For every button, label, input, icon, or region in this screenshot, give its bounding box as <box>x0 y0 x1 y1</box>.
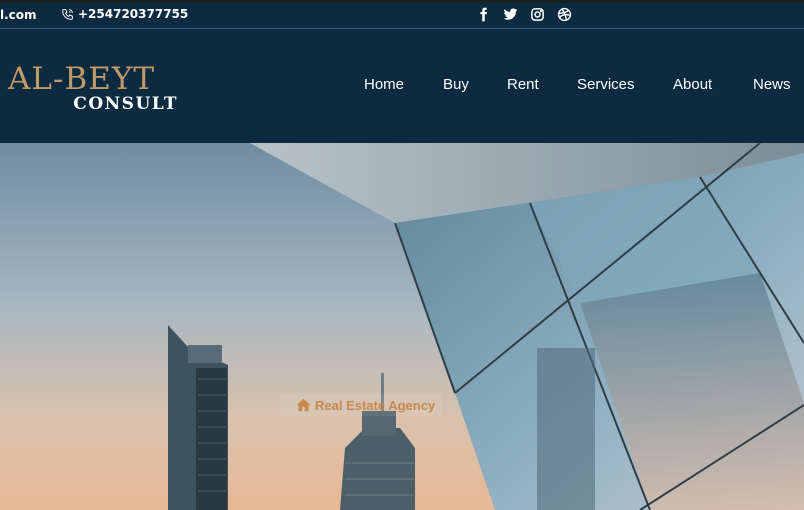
home-icon <box>296 398 311 412</box>
nav-home[interactable]: Home <box>364 76 404 93</box>
top-bar: l.com +254720377755 <box>0 0 804 29</box>
contact-phone[interactable]: +254720377755 <box>61 7 188 21</box>
facebook-icon <box>480 7 487 22</box>
contact-email[interactable]: l.com <box>0 8 37 22</box>
logo-subtitle: CONSULT <box>73 94 178 114</box>
phone-icon <box>62 8 73 20</box>
twitter-link[interactable] <box>503 7 518 22</box>
phone-number: +254720377755 <box>78 7 189 21</box>
nav-services[interactable]: Services <box>577 76 635 93</box>
instagram-link[interactable] <box>530 7 545 22</box>
hero-background-image <box>0 143 804 510</box>
nav-rent[interactable]: Rent <box>507 76 539 93</box>
facebook-link[interactable] <box>476 7 491 22</box>
main-nav: Home Buy Rent Services About News <box>0 76 804 96</box>
dribbble-icon <box>557 7 572 22</box>
dribbble-link[interactable] <box>557 7 572 22</box>
nav-news[interactable]: News <box>753 76 791 93</box>
social-links <box>476 7 572 22</box>
twitter-icon <box>503 8 518 20</box>
site-header: AL-BEYT CONSULT Home Buy Rent Services A… <box>0 29 804 143</box>
hero-tag-label: Real Estate Agency <box>315 397 436 413</box>
instagram-icon <box>531 8 544 21</box>
nav-about[interactable]: About <box>673 76 712 93</box>
hero-tag: Real Estate Agency <box>280 394 442 416</box>
nav-buy[interactable]: Buy <box>443 76 469 93</box>
hero-banner: Real Estate Agency <box>0 143 804 510</box>
